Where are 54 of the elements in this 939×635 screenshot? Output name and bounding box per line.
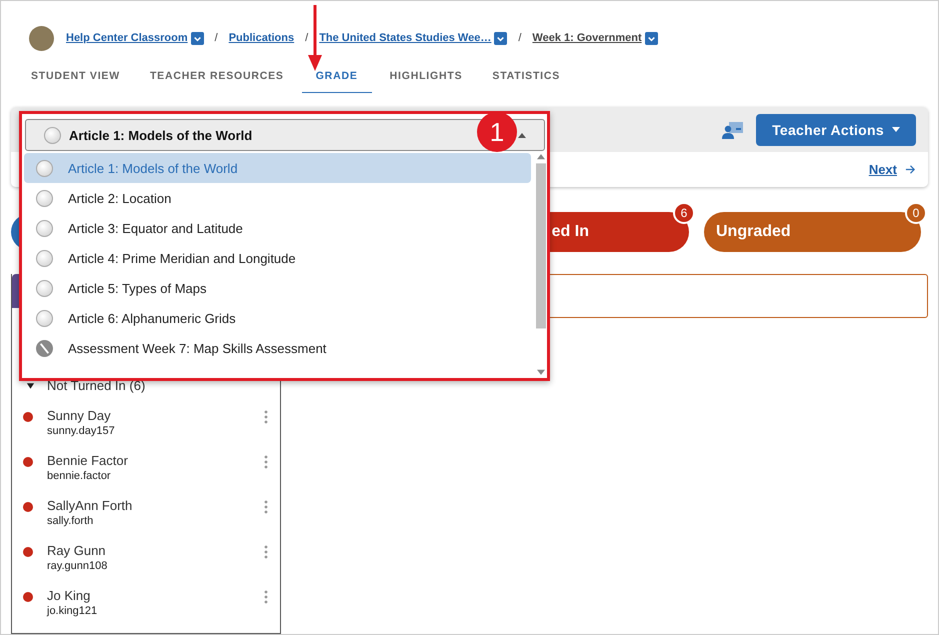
breadcrumb-link[interactable]: Help Center Classroom <box>66 32 188 44</box>
more-options-icon[interactable] <box>264 410 268 424</box>
student-username: sunny.day157 <box>47 425 116 437</box>
article-icon <box>36 310 53 326</box>
article-icon <box>36 220 53 236</box>
dropdown-option[interactable]: Article 1: Models of the World <box>24 153 531 183</box>
breadcrumb-separator: / <box>518 32 522 44</box>
student-username: ray.gunn108 <box>47 560 108 572</box>
student-name[interactable]: SallyAnn Forth <box>47 498 264 513</box>
article-icon <box>44 126 61 144</box>
breadcrumb-separator: / <box>305 32 308 44</box>
class-avatar-icon <box>29 26 54 50</box>
article-icon <box>36 190 53 206</box>
group-label[interactable]: Not Turned In (6) <box>47 378 146 393</box>
breadcrumb-link[interactable]: Publications <box>228 32 294 44</box>
teacher-actions-button[interactable]: Teacher Actions <box>756 114 916 146</box>
breadcrumb-link[interactable]: The United States Studies Wee… <box>319 32 492 44</box>
student-username: sally.forth <box>47 515 94 527</box>
article-icon <box>36 160 53 176</box>
article-icon <box>36 250 53 266</box>
pencil-icon <box>36 340 53 356</box>
student-name[interactable]: Sunny Day <box>47 408 264 423</box>
dropdown-option[interactable]: Article 4: Prime Meridian and Longitude <box>24 243 531 273</box>
nav-tab[interactable]: TEACHER RESOURCES <box>138 63 296 93</box>
dropdown-option[interactable]: Article 2: Location <box>24 183 531 213</box>
nav-tab[interactable]: STATISTICS <box>480 63 572 93</box>
nav-tab[interactable]: STUDENT VIEW <box>19 63 132 93</box>
student-username: bennie.factor <box>47 470 112 482</box>
step-number-badge: 1 <box>477 112 517 152</box>
count-badge: 6 <box>673 202 695 224</box>
breadcrumb-link[interactable]: Week 1: Government <box>532 32 642 44</box>
chevron-down-icon[interactable] <box>644 32 658 44</box>
arrow-right-icon <box>905 164 916 175</box>
nav-tab[interactable]: HIGHLIGHTS <box>378 63 474 93</box>
next-link[interactable]: Next <box>868 162 897 177</box>
student-name[interactable]: Jo King <box>47 588 264 603</box>
dropdown-option[interactable]: Article 5: Types of Maps <box>24 273 531 303</box>
count-badge: 0 <box>905 202 927 224</box>
breadcrumb-separator: / <box>214 32 218 44</box>
chevron-down-icon[interactable] <box>494 32 508 44</box>
more-options-icon[interactable] <box>264 455 268 469</box>
dropdown-option[interactable]: Article 6: Alphanumeric Grids <box>24 303 531 333</box>
caret-down-icon <box>892 127 900 132</box>
student-name[interactable]: Ray Gunn <box>47 543 264 558</box>
chevron-down-icon[interactable] <box>190 32 204 44</box>
presenter-icon[interactable] <box>722 120 744 138</box>
more-options-icon[interactable] <box>264 590 268 604</box>
more-options-icon[interactable] <box>264 545 268 559</box>
more-options-icon[interactable] <box>264 500 268 514</box>
student-name[interactable]: Bennie Factor <box>47 453 264 468</box>
student-username: jo.king121 <box>47 605 98 617</box>
dropdown-option[interactable]: Article 3: Equator and Latitude <box>24 213 531 243</box>
dropdown-option[interactable]: Assessment Week 7: Map Skills Assessment <box>24 333 531 363</box>
article-icon <box>36 280 53 296</box>
